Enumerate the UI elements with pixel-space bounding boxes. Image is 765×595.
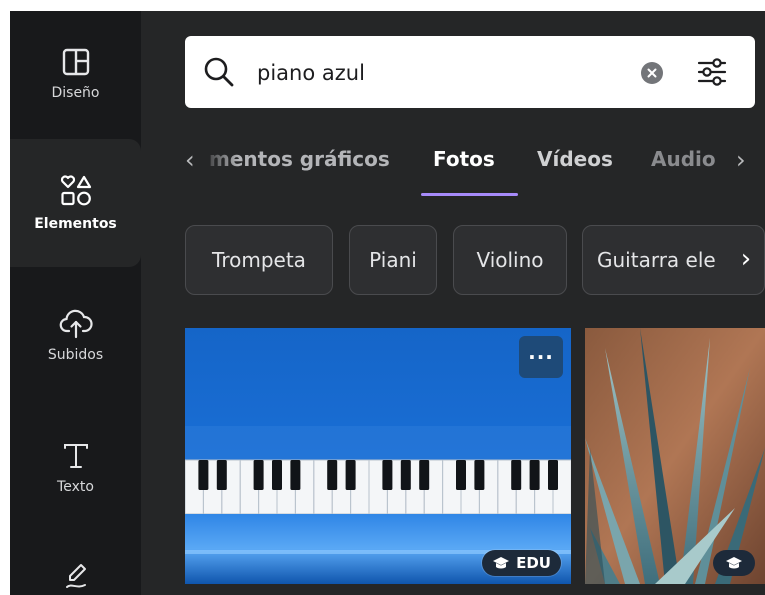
sidebar: Diseño Elementos Subidos Texto — [10, 11, 141, 595]
graduation-cap-icon — [493, 557, 510, 569]
sidebar-item-label: Elementos — [34, 216, 117, 232]
tab-fotos[interactable]: Fotos — [433, 147, 495, 171]
piano-image — [185, 328, 571, 584]
active-tab-indicator — [421, 193, 518, 196]
chip-violino[interactable]: Violino — [453, 225, 567, 295]
chevron-right-icon[interactable]: › — [736, 146, 746, 174]
filters-icon[interactable] — [697, 56, 727, 88]
text-icon — [63, 444, 88, 468]
chip-trompeta[interactable]: Trompeta — [185, 225, 333, 295]
chevron-right-icon[interactable]: › — [734, 243, 758, 275]
chevron-left-icon[interactable]: ‹ — [185, 146, 195, 174]
sidebar-item-elementos[interactable]: Elementos — [10, 139, 141, 267]
graduation-cap-icon — [726, 557, 742, 569]
edu-label: EDU — [516, 554, 551, 572]
shapes-icon — [60, 175, 91, 206]
layout-icon — [62, 48, 89, 75]
edu-badge: EDU — [482, 550, 561, 576]
tab-audio[interactable]: Audio — [651, 147, 716, 171]
editor-panel: Diseño Elementos Subidos Texto piano azu… — [10, 11, 765, 595]
chip-piani[interactable]: Piani — [349, 225, 437, 295]
sidebar-item-label: Texto — [57, 479, 94, 495]
sidebar-item-diseno[interactable]: Diseño — [10, 11, 141, 136]
search-icon[interactable] — [203, 56, 235, 88]
tab-fade — [199, 141, 239, 181]
draw-icon — [65, 564, 86, 588]
search-input[interactable] — [255, 54, 619, 92]
photo-agave[interactable] — [585, 328, 765, 584]
sidebar-item-draw[interactable] — [10, 541, 141, 595]
photo-blue-piano[interactable]: ··· EDU — [185, 328, 571, 584]
cloud-upload-icon — [59, 309, 93, 339]
edu-badge — [713, 550, 755, 576]
sidebar-item-subidos[interactable]: Subidos — [10, 267, 141, 403]
tab-videos[interactable]: Vídeos — [537, 147, 613, 171]
sidebar-item-texto[interactable]: Texto — [10, 403, 141, 533]
search-bar — [185, 36, 755, 108]
sidebar-item-label: Subidos — [47, 347, 104, 363]
category-tabs: ‹ mentos gráficos Fotos Vídeos Audio › — [185, 141, 765, 197]
more-options-button[interactable]: ··· — [519, 336, 563, 378]
sidebar-item-label: Diseño — [51, 84, 100, 101]
clear-icon[interactable] — [641, 62, 663, 84]
agave-image — [585, 328, 765, 584]
